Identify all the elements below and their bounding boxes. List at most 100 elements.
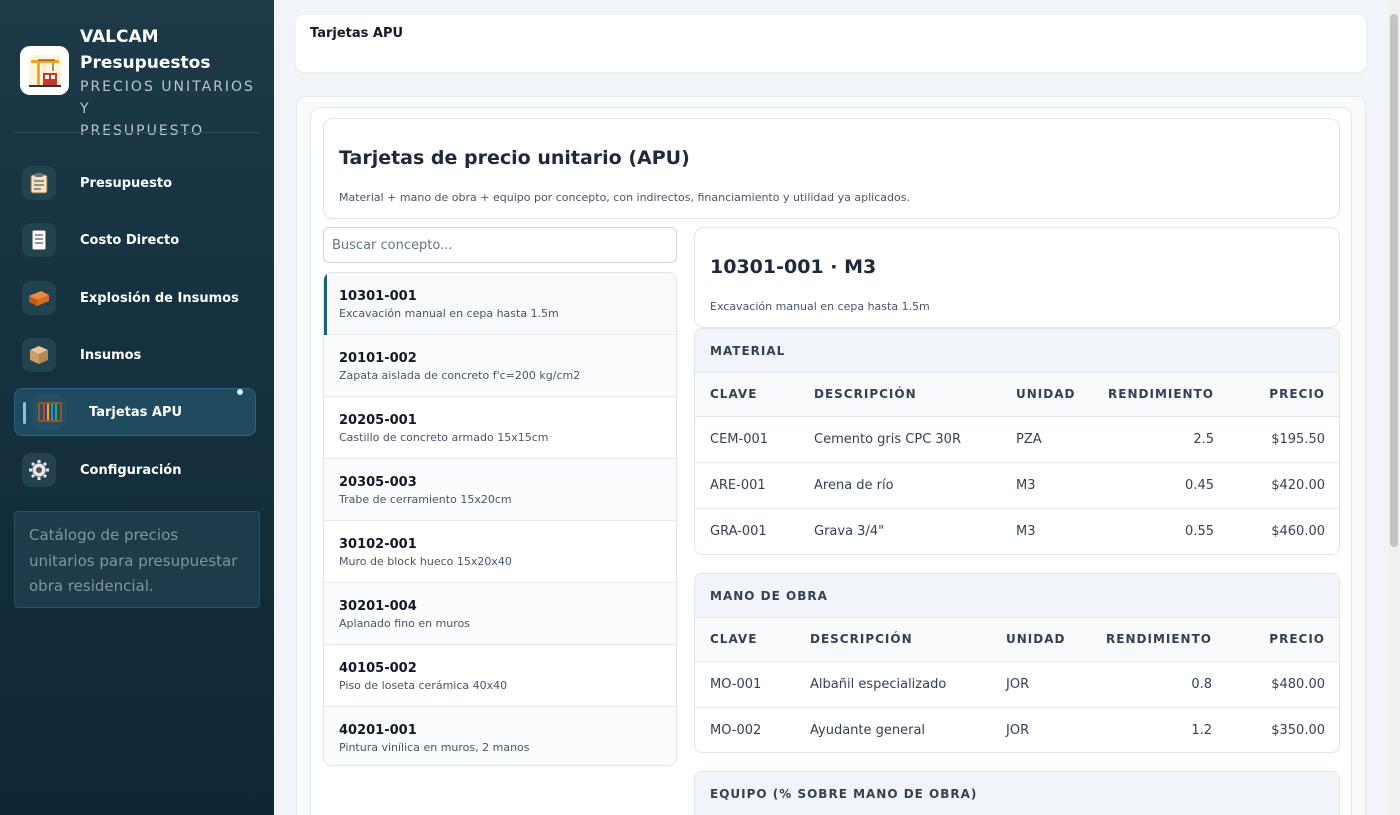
concept-desc: Excavación manual en cepa hasta 1.5m	[339, 307, 559, 320]
column-header: DESCRIPCIÓN	[799, 373, 1001, 417]
brand-subtitle-line2: PRESUPUESTO	[80, 123, 205, 139]
apu-header: Tarjetas de precio unitario (APU) Materi…	[323, 118, 1340, 219]
concept-code: 20205-001	[339, 413, 417, 428]
column-header: RENDIMIENTO	[1097, 373, 1230, 417]
cell-precio: $480.00	[1228, 661, 1339, 708]
section-title: EQUIPO (% SOBRE MANO DE OBRA)	[695, 772, 1339, 815]
concept-desc: Pintura vinílica en muros, 2 manos	[339, 741, 530, 754]
cell-rendimiento: 2.5	[1097, 416, 1230, 463]
cell-descripcion: Ayudante general	[810, 722, 926, 738]
gear-icon	[22, 453, 56, 487]
cell-rendimiento: 0.45	[1097, 462, 1230, 509]
list-item[interactable]: 10301-001 Excavación manual en cepa hast…	[324, 273, 676, 335]
cell-descripcion: Arena de río	[799, 462, 1001, 509]
list-item[interactable]: 20305-003 Trabe de cerramiento 15x20cm	[324, 459, 676, 521]
concept-code: 30201-004	[339, 599, 417, 614]
cell-clave: GRA-001	[710, 523, 767, 539]
concept-desc: Piso de loseta cerámica 40x40	[339, 679, 508, 692]
cell-unidad: M3	[1001, 462, 1097, 509]
cell-unidad: JOR	[1006, 722, 1030, 738]
cell-descripcion: Cemento gris CPC 30R	[799, 416, 1001, 463]
column-header: DESCRIPCIÓN	[795, 618, 991, 662]
column-header: PRECIO	[1228, 618, 1339, 662]
cell-clave: MO-001	[695, 661, 795, 708]
list-item[interactable]: 40105-002 Piso de loseta cerámica 40x40	[324, 645, 676, 707]
topbar: Tarjetas APU	[296, 15, 1366, 72]
active-dot	[237, 389, 243, 395]
concept-desc: Trabe de cerramiento 15x20cm	[339, 493, 512, 506]
sidebar-item-tarjetas-apu[interactable]: Tarjetas APU	[14, 388, 256, 436]
material-table: CLAVE DESCRIPCIÓN UNIDAD RENDIMIENTO PRE…	[695, 373, 1339, 554]
column-header: PRECIO	[1230, 373, 1339, 417]
cell-clave: CEM-001	[695, 416, 799, 463]
table-row: CEM-001 Cemento gris CPC 30R PZA 2.5 $19…	[695, 416, 1339, 463]
sidebar-item-insumos[interactable]: Insumos	[14, 331, 256, 379]
table-row: MO-002 Ayudante general JOR 1.2 $350.00	[695, 707, 1339, 752]
list-item[interactable]: 20101-002 Zapata aislada de concreto f'c…	[324, 335, 676, 397]
sidebar-note: Catálogo de precios unitarios para presu…	[14, 511, 260, 608]
scrollbar-thumb[interactable]	[1390, 14, 1398, 547]
equipo-section: EQUIPO (% SOBRE MANO DE OBRA)	[694, 771, 1340, 815]
sidebar-item-label: Presupuesto	[80, 175, 173, 191]
list-item[interactable]: 40201-001 Pintura vinílica en muros, 2 m…	[324, 707, 676, 765]
concept-code: 20101-002	[339, 351, 417, 366]
apu-description: Material + mano de obra + equipo por con…	[339, 191, 910, 204]
section-title: MATERIAL	[695, 329, 1339, 373]
table-row: ARE-001 Arena de río M3 0.45 $420.00	[695, 462, 1339, 509]
sidebar: VALCAM Presupuestos PRECIOS UNITARIOS Y …	[0, 0, 274, 815]
cell-rendimiento: 0.55	[1185, 523, 1214, 539]
sidebar-item-configuracion[interactable]: Configuración	[14, 446, 256, 494]
concept-list: 10301-001 Excavación manual en cepa hast…	[323, 272, 677, 766]
concept-desc: Muro de block hueco 15x20x40	[339, 555, 512, 568]
brand: VALCAM Presupuestos PRECIOS UNITARIOS Y …	[20, 24, 260, 142]
document-icon	[22, 223, 56, 257]
column-header: UNIDAD	[1001, 373, 1097, 417]
cell-rendimiento: 0.8	[1091, 661, 1228, 708]
search-input[interactable]	[323, 227, 677, 263]
sidebar-item-explosion-insumos[interactable]: Explosión de Insumos	[14, 274, 256, 322]
page-title: Tarjetas APU	[310, 26, 404, 41]
clipboard-icon	[22, 166, 56, 200]
cell-descripcion: Grava 3/4"	[814, 523, 885, 539]
table-row: GRA-001 Grava 3/4" M3 0.55 $460.00	[695, 508, 1339, 554]
cell-precio: $420.00	[1230, 462, 1339, 509]
sidebar-item-costo-directo[interactable]: Costo Directo	[14, 216, 256, 264]
detail-header: 10301-001 · M3 Excavación manual en cepa…	[694, 227, 1340, 328]
list-item[interactable]: 20205-001 Castillo de concreto armado 15…	[324, 397, 676, 459]
concept-code: 30102-001	[339, 537, 417, 552]
detail-title: 10301-001 · M3	[710, 256, 877, 278]
sidebar-item-presupuesto[interactable]: Presupuesto	[14, 159, 256, 207]
list-item[interactable]: 30201-004 Aplanado fino en muros	[324, 583, 676, 645]
column-header: UNIDAD	[991, 618, 1091, 662]
concept-desc: Aplanado fino en muros	[339, 617, 471, 630]
detail-description: Excavación manual en cepa hasta 1.5m	[710, 300, 930, 313]
column-header: RENDIMIENTO	[1091, 618, 1228, 662]
cell-precio: $350.00	[1271, 722, 1325, 738]
brand-divider	[14, 132, 260, 133]
mano-obra-section: MANO DE OBRA CLAVE DESCRIPCIÓN UNIDAD RE…	[694, 573, 1340, 753]
cell-unidad: PZA	[1001, 416, 1097, 463]
cell-descripcion: Albañil especializado	[795, 661, 991, 708]
bricks-icon	[22, 281, 56, 315]
sidebar-item-label: Explosión de Insumos	[80, 290, 239, 306]
brand-title-line2: Presupuestos	[80, 53, 211, 73]
concept-desc: Castillo de concreto armado 15x15cm	[339, 431, 549, 444]
mano-obra-table: CLAVE DESCRIPCIÓN UNIDAD RENDIMIENTO PRE…	[695, 618, 1339, 752]
column-header: CLAVE	[695, 618, 795, 662]
cell-clave: MO-002	[710, 722, 762, 738]
material-section: MATERIAL CLAVE DESCRIPCIÓN UNIDAD RENDIM…	[694, 328, 1340, 555]
concept-code: 40105-002	[339, 661, 417, 676]
sidebar-item-label: Configuración	[80, 462, 182, 478]
sidebar-item-label: Tarjetas APU	[89, 404, 183, 420]
sidebar-item-label: Insumos	[80, 347, 142, 363]
sidebar-item-label: Costo Directo	[80, 232, 180, 248]
box-icon	[22, 338, 56, 372]
concept-code: 10301-001	[339, 289, 417, 304]
list-item[interactable]: 30102-001 Muro de block hueco 15x20x40	[324, 521, 676, 583]
abacus-icon	[33, 395, 67, 429]
section-title: MANO DE OBRA	[695, 574, 1339, 618]
concept-code: 40201-001	[339, 723, 417, 738]
apu-title: Tarjetas de precio unitario (APU)	[339, 147, 690, 169]
cell-precio: $195.50	[1230, 416, 1339, 463]
table-row: MO-001 Albañil especializado JOR 0.8 $48…	[695, 661, 1339, 708]
